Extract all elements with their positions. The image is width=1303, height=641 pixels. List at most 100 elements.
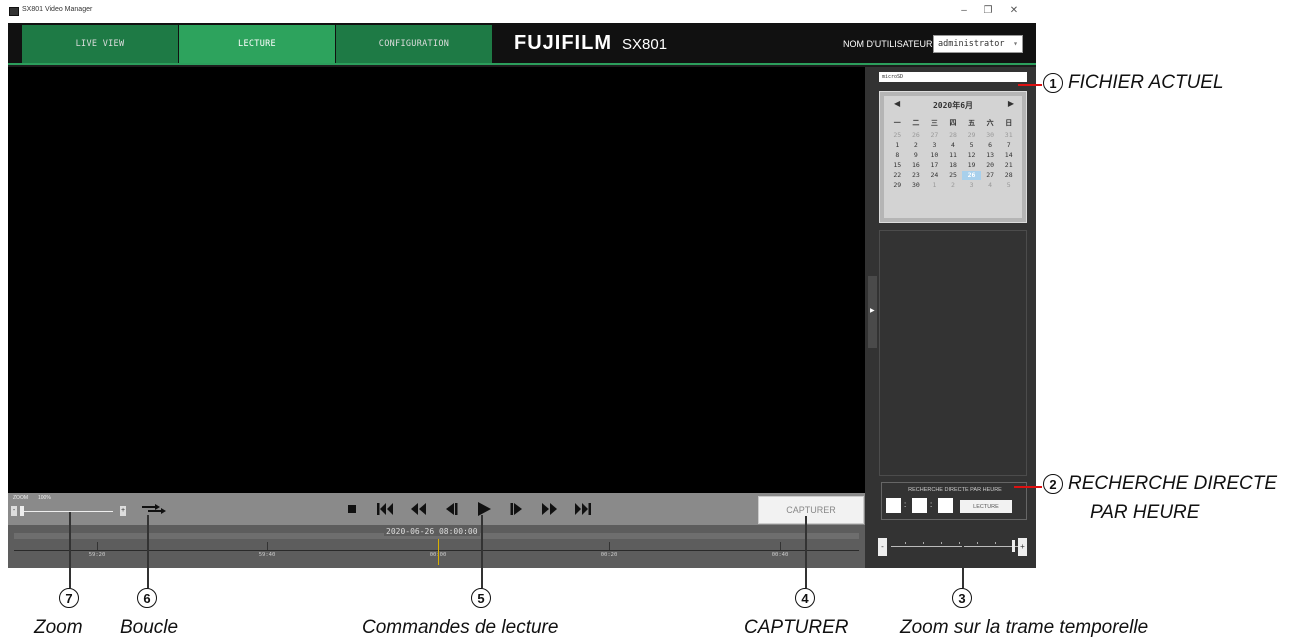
- callout-caption-2b: PAR HEURE: [1090, 502, 1200, 523]
- calendar-day[interactable]: 11: [944, 151, 963, 160]
- calendar-day[interactable]: 1: [925, 181, 944, 190]
- tab-configuration[interactable]: CONFIGURATION: [336, 25, 492, 63]
- calendar-day[interactable]: 22: [888, 171, 907, 180]
- calendar-day[interactable]: 5: [962, 141, 981, 150]
- direct-search-play-button[interactable]: LECTURE: [960, 500, 1012, 513]
- tab-lecture[interactable]: LECTURE: [179, 25, 335, 63]
- zoom-out-button[interactable]: -: [11, 506, 17, 516]
- username-select[interactable]: administrator ▾: [933, 35, 1023, 53]
- calendar-day[interactable]: 30: [907, 181, 926, 190]
- timeframe-zoom-thumb[interactable]: [1012, 540, 1015, 552]
- username-value: administrator: [938, 39, 1005, 49]
- calendar-day[interactable]: 1: [888, 141, 907, 150]
- calendar-day[interactable]: 5: [999, 181, 1018, 190]
- capture-button[interactable]: CAPTURER: [758, 496, 864, 524]
- calendar-weekday: 五: [968, 119, 976, 127]
- calendar-day[interactable]: 18: [944, 161, 963, 170]
- sidebar: ▶ microSD ◀ 2020年6月 ▶ 一二三四五六日 25 26 27 28 29 3…: [865, 67, 1036, 568]
- callout-number-4: 4: [795, 588, 815, 608]
- time-separator: :: [930, 500, 933, 509]
- file-source-select[interactable]: microSD: [879, 72, 1027, 82]
- calendar-day[interactable]: 24: [925, 171, 944, 180]
- callout-caption-5: Commandes de lecture: [362, 617, 559, 638]
- calendar-day[interactable]: 17: [925, 161, 944, 170]
- calendar-day[interactable]: 4: [944, 141, 963, 150]
- play-icon[interactable]: [474, 499, 494, 519]
- calendar-day[interactable]: 3: [962, 181, 981, 190]
- calendar-day[interactable]: 26: [907, 131, 926, 140]
- timeline-tick: [780, 542, 781, 550]
- calendar-day[interactable]: 30: [981, 131, 1000, 140]
- calendar-day[interactable]: 25: [888, 131, 907, 140]
- skip-start-icon[interactable]: [375, 499, 395, 519]
- zoom-slider-thumb[interactable]: [20, 506, 24, 516]
- calendar-day[interactable]: 31: [999, 131, 1018, 140]
- timeframe-zoom-track[interactable]: [891, 546, 1018, 547]
- calendar-day[interactable]: 16: [907, 161, 926, 170]
- calendar-day-selected[interactable]: 26: [962, 171, 981, 180]
- loop-arrow-icon[interactable]: [140, 502, 168, 516]
- calendar-day[interactable]: 29: [888, 181, 907, 190]
- calendar-day[interactable]: 19: [962, 161, 981, 170]
- calendar-day[interactable]: 2: [907, 141, 926, 150]
- zoom-in-button[interactable]: +: [120, 506, 126, 516]
- callout-number-3: 3: [952, 588, 972, 608]
- calendar-day[interactable]: 14: [999, 151, 1018, 160]
- calendar-day[interactable]: 6: [981, 141, 1000, 150]
- calendar-day[interactable]: 20: [981, 161, 1000, 170]
- video-viewport[interactable]: [8, 67, 865, 493]
- skip-end-icon[interactable]: [573, 499, 593, 519]
- calendar-day[interactable]: 9: [907, 151, 926, 160]
- callout-number-2: 2: [1043, 474, 1063, 494]
- zoom-slider-track[interactable]: [21, 511, 113, 512]
- calendar-day[interactable]: 3: [925, 141, 944, 150]
- app-icon: [9, 7, 19, 16]
- minimize-button[interactable]: –: [954, 5, 974, 16]
- hour-input[interactable]: [886, 498, 901, 513]
- calendar-day[interactable]: 29: [962, 131, 981, 140]
- fast-forward-icon[interactable]: [540, 499, 560, 519]
- step-forward-icon[interactable]: [507, 499, 527, 519]
- tab-live-view[interactable]: LIVE VIEW: [22, 25, 178, 63]
- close-button[interactable]: ✕: [1004, 5, 1024, 16]
- calendar-day[interactable]: 27: [981, 171, 1000, 180]
- calendar-day[interactable]: 10: [925, 151, 944, 160]
- timeframe-zoom-out-button[interactable]: -: [878, 538, 887, 556]
- timeframe-zoom-tick: [995, 542, 996, 544]
- playback-controls: [342, 499, 593, 519]
- second-input[interactable]: [938, 498, 953, 513]
- calendar-day[interactable]: 4: [981, 181, 1000, 190]
- callout-caption-4: CAPTURER: [744, 617, 849, 638]
- calendar-day[interactable]: 15: [888, 161, 907, 170]
- window-title: SX801 Video Manager: [22, 6, 93, 13]
- calendar-day[interactable]: 12: [962, 151, 981, 160]
- calendar-day[interactable]: 28: [999, 171, 1018, 180]
- restore-button[interactable]: ❐: [978, 5, 998, 16]
- calendar-day[interactable]: 23: [907, 171, 926, 180]
- timeline[interactable]: 2020-06-26 08:00:00 59:20 59:40 00:00 00…: [8, 525, 865, 568]
- sidebar-collapse-button[interactable]: ▶: [868, 276, 877, 348]
- timeframe-zoom-in-button[interactable]: +: [1018, 538, 1027, 556]
- stop-icon[interactable]: [342, 499, 362, 519]
- calendar-day[interactable]: 25: [944, 171, 963, 180]
- calendar: ◀ 2020年6月 ▶ 一二三四五六日 25 26 27 28 29 30 31 1 2 3 4 5 6 7…: [879, 91, 1027, 223]
- calendar-weekday: 一: [893, 119, 901, 127]
- calendar-weekday: 日: [1005, 119, 1013, 127]
- calendar-day[interactable]: 8: [888, 151, 907, 160]
- timeline-cursor[interactable]: [438, 539, 439, 565]
- minute-input[interactable]: [912, 498, 927, 513]
- calendar-day[interactable]: 13: [981, 151, 1000, 160]
- step-back-icon[interactable]: [441, 499, 461, 519]
- direct-search-title: RECHERCHE DIRECTE PAR HEURE: [908, 487, 1002, 493]
- zoom-value: 100%: [38, 495, 51, 501]
- rewind-icon[interactable]: [408, 499, 428, 519]
- calendar-day[interactable]: 27: [925, 131, 944, 140]
- timeline-tick: [267, 542, 268, 550]
- next-month-icon[interactable]: ▶: [1008, 99, 1014, 108]
- direct-time-search: RECHERCHE DIRECTE PAR HEURE : : LECTURE: [881, 482, 1027, 520]
- recording-list-panel[interactable]: [879, 230, 1027, 476]
- calendar-day[interactable]: 7: [999, 141, 1018, 150]
- calendar-day[interactable]: 28: [944, 131, 963, 140]
- calendar-day[interactable]: 21: [999, 161, 1018, 170]
- calendar-day[interactable]: 2: [944, 181, 963, 190]
